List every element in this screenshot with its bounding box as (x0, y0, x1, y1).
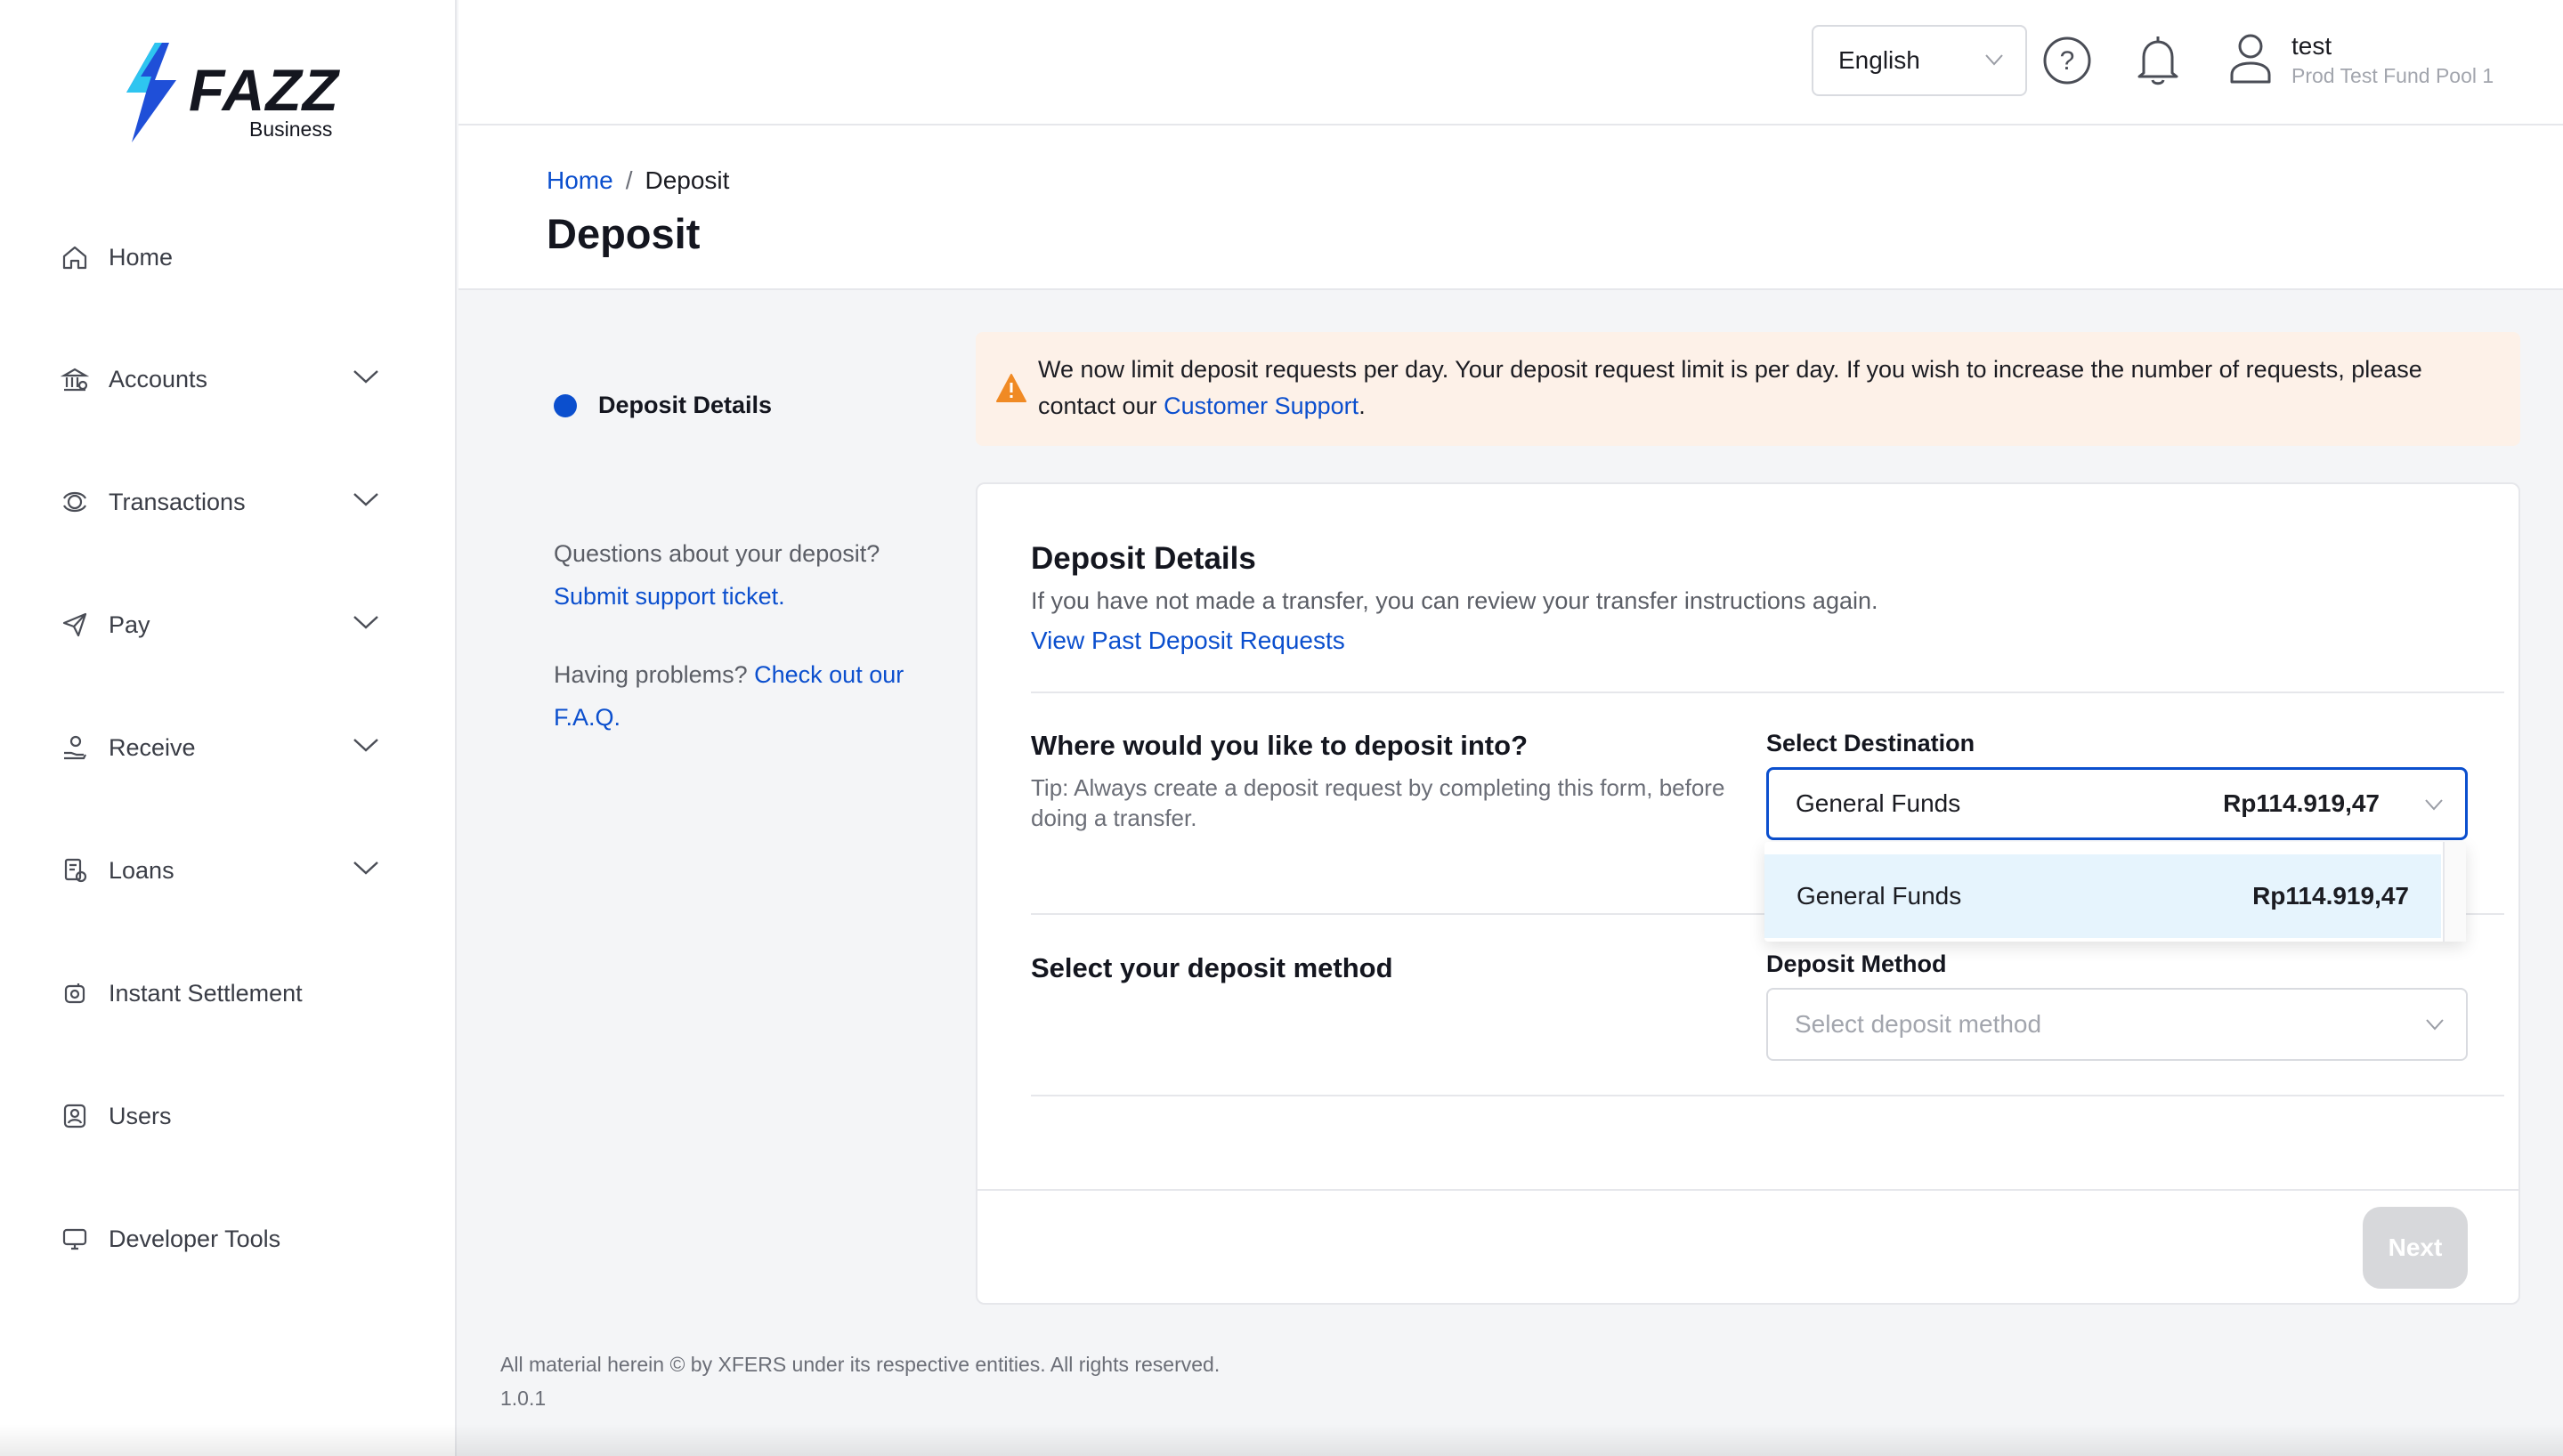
brand-sub: Business (249, 117, 333, 141)
step-active-dot (554, 393, 577, 417)
destination-label: Select Destination (1766, 730, 1975, 756)
chevron-down-icon (353, 739, 378, 752)
option-amount: Rp114.919,47 (2252, 882, 2409, 910)
send-icon (59, 609, 91, 641)
help-problems: Having problems? (554, 661, 748, 688)
card-title: Deposit Details (1031, 541, 1256, 576)
card-footer-divider (977, 1189, 2518, 1191)
help-icon[interactable]: ? (2040, 34, 2094, 87)
sidebar-item-instant-settlement[interactable]: Instant Settlement (59, 967, 379, 1020)
chevron-down-icon (2425, 799, 2443, 811)
alert-end: . (1359, 392, 1366, 419)
fazz-bolt-icon (126, 43, 176, 142)
page-header: Home / Deposit Deposit (458, 125, 2563, 290)
developer-tools-icon (59, 1223, 91, 1255)
warning-icon (996, 374, 1026, 402)
loans-icon (59, 854, 91, 886)
sidebar-item-label: Developer Tools (109, 1225, 281, 1252)
topbar: English ? test Prod Test Fund Pool 1 (458, 0, 2563, 125)
home-icon (59, 241, 91, 273)
chevron-down-icon (353, 861, 378, 875)
help-faq: Having problems? Check out our F.A.Q. (554, 653, 937, 739)
sidebar-item-label: Loans (109, 856, 174, 884)
brand-name: FAZZ (189, 57, 339, 123)
breadcrumb: Home / Deposit (547, 166, 729, 195)
sidebar-item-pay[interactable]: Pay (59, 598, 379, 651)
sidebar-item-transactions[interactable]: Transactions (59, 475, 379, 529)
support-ticket-link[interactable]: Submit support ticket. (554, 583, 785, 610)
transactions-icon (59, 486, 91, 518)
step-label: Deposit Details (598, 392, 773, 418)
sidebar-item-label: Receive (109, 733, 196, 761)
sidebar: FAZZ Business Home Accounts Transactions… (0, 0, 457, 1456)
app-version: 1.0.1 (500, 1387, 547, 1410)
users-icon (59, 1100, 91, 1132)
svg-text:?: ? (2060, 46, 2075, 76)
chevron-down-icon (2426, 1019, 2444, 1031)
sidebar-item-label: Pay (109, 611, 150, 638)
language-select[interactable]: English (1812, 25, 2027, 96)
help-support: Questions about your deposit? Submit sup… (554, 532, 937, 618)
user-org: Prod Test Fund Pool 1 (2291, 64, 2494, 87)
sidebar-item-users[interactable]: Users (59, 1089, 379, 1143)
sidebar-item-label: Home (109, 243, 174, 271)
customer-support-link[interactable]: Customer Support (1164, 392, 1359, 419)
sidebar-item-label: Instant Settlement (109, 979, 303, 1007)
copyright: All material herein © by XFERS under its… (500, 1353, 1221, 1376)
destination-question: Where would you like to deposit into? (1031, 730, 1528, 761)
destination-amount: Rp114.919,47 (2223, 789, 2380, 817)
alert-text: We now limit deposit requests per day. Y… (1038, 352, 2467, 425)
sidebar-item-home[interactable]: Home (59, 231, 379, 284)
card-subtitle: If you have not made a transfer, you can… (1031, 587, 1878, 614)
destination-option[interactable]: General Funds Rp114.919,47 (1764, 854, 2441, 938)
page-title: Deposit (547, 210, 701, 257)
view-past-deposits-link[interactable]: View Past Deposit Requests (1031, 627, 1345, 655)
destination-tip: Tip: Always create a deposit request by … (1031, 774, 1725, 831)
bell-icon[interactable] (2131, 32, 2185, 89)
bank-icon (59, 363, 91, 395)
breadcrumb-separator: / (625, 166, 633, 194)
destination-selected: General Funds (1796, 789, 1961, 817)
option-label: General Funds (1797, 882, 1962, 910)
breadcrumb-home-link[interactable]: Home (547, 166, 613, 195)
brand-logo[interactable]: FAZZ Business (119, 41, 351, 148)
chevron-down-icon (353, 616, 378, 629)
destination-select[interactable]: General Funds Rp114.919,47 (1766, 767, 2468, 840)
help-question: Questions about your deposit? (554, 540, 880, 567)
chevron-down-icon (353, 493, 378, 506)
divider (1031, 692, 2504, 693)
deposit-limit-alert: We now limit deposit requests per day. Y… (976, 332, 2520, 446)
stepper-step: Deposit Details (554, 392, 772, 419)
sidebar-item-label: Transactions (109, 488, 246, 515)
chevron-down-icon (1985, 54, 2003, 66)
instant-settlement-icon (59, 977, 91, 1009)
next-button[interactable]: Next (2363, 1207, 2468, 1289)
dropdown-scrollbar[interactable] (2443, 842, 2466, 942)
chevron-down-icon (353, 370, 378, 384)
method-label: Deposit Method (1766, 950, 1947, 977)
sidebar-item-accounts[interactable]: Accounts (59, 352, 379, 406)
bottom-shadow (0, 1424, 2563, 1456)
deposit-method-placeholder: Select deposit method (1795, 1010, 2042, 1038)
deposit-method-select[interactable]: Select deposit method (1766, 988, 2468, 1061)
method-question: Select your deposit method (1031, 952, 1393, 983)
divider (1031, 1095, 2504, 1096)
sidebar-item-receive[interactable]: Receive (59, 721, 379, 774)
breadcrumb-current: Deposit (645, 166, 730, 194)
sidebar-item-developer-tools[interactable]: Developer Tools (59, 1212, 379, 1266)
destination-dropdown: General Funds Rp114.919,47 (1764, 842, 2466, 942)
sidebar-item-loans[interactable]: Loans (59, 844, 379, 897)
receive-icon (59, 732, 91, 764)
user-avatar-icon[interactable] (2224, 30, 2277, 87)
language-value: English (1838, 46, 1920, 74)
sidebar-item-label: Accounts (109, 365, 208, 392)
user-name[interactable]: test (2291, 32, 2332, 61)
sidebar-item-label: Users (109, 1102, 172, 1129)
